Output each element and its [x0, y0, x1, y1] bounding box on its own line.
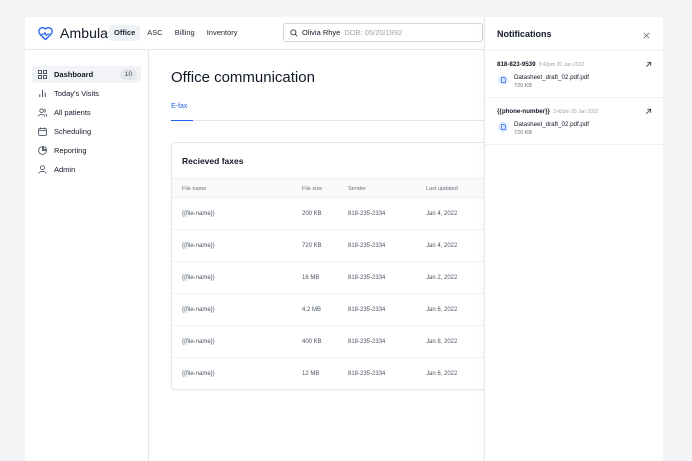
- sidebar-item-label: Today's Visits: [54, 89, 100, 98]
- cell-sender: 818-235-2334: [348, 307, 386, 313]
- cell-sender: 818-235-2334: [348, 211, 386, 217]
- patient-search-input[interactable]: Olivia Rhye DOB: 05/20/1992: [283, 23, 483, 42]
- sidebar-item-scheduling[interactable]: Scheduling: [32, 123, 141, 140]
- notification-sender-number: 818-823-9539: [497, 61, 536, 68]
- sidebar: Dashboard 10 Today's Visits All patients…: [25, 50, 149, 461]
- pie-chart-icon: [38, 146, 47, 155]
- bar-chart-icon: [39, 89, 46, 98]
- divider: [485, 50, 663, 51]
- cell-last-updated: Jan 6, 2022: [426, 371, 458, 377]
- cell-sender: 818-235-2334: [348, 339, 386, 345]
- nav-asc[interactable]: ASC: [142, 25, 167, 41]
- cell-file-name: {{file-name}}: [182, 371, 215, 377]
- notification-file-name[interactable]: Datasheet_draft_02.pdf.pdf: [514, 74, 589, 81]
- cell-file-size: 720 KB: [302, 243, 322, 249]
- search-patient-name: Olivia Rhye: [302, 28, 341, 37]
- cell-last-updated: Jan 4, 2022: [426, 243, 458, 249]
- cell-file-size: 400 KB: [302, 339, 322, 345]
- cell-last-updated: Jan 2, 2022: [426, 275, 458, 281]
- sidebar-item-label: Dashboard: [54, 70, 94, 79]
- app-name: Ambula: [60, 25, 109, 41]
- cell-sender: 818-235-2334: [348, 275, 386, 281]
- table-row[interactable]: {{file-name}} 16 MB 818-235-2334 Jan 2, …: [172, 262, 502, 294]
- file-icon: [498, 75, 508, 85]
- notification-item[interactable]: {{phone-number}} 3:42pm 20 Jan 2022 Datas…: [485, 99, 663, 145]
- cell-sender: 818-235-2334: [348, 371, 386, 377]
- notification-time: 3:42pm 20 Jan 2022: [538, 62, 585, 68]
- cell-file-size: 12 MB: [302, 371, 320, 377]
- close-icon: [643, 32, 650, 39]
- dashboard-count-badge: 10: [119, 69, 137, 80]
- table-header: File name File size Sender Last updated: [172, 178, 502, 198]
- nav-office[interactable]: Office: [109, 25, 141, 41]
- search-icon: [290, 28, 298, 37]
- table-row[interactable]: {{file-name}} 200 KB 818-235-2334 Jan 4,…: [172, 198, 502, 230]
- page-title: Office communication: [171, 69, 315, 86]
- sidebar-item-reporting[interactable]: Reporting: [32, 142, 141, 159]
- app-window: Ambula Office ASC Billing Inventory Oliv…: [25, 17, 663, 461]
- arrow-up-right-icon[interactable]: [645, 61, 652, 68]
- card-title: Recieved faxes: [182, 156, 244, 166]
- cell-file-name: {{file-name}}: [182, 275, 215, 281]
- cell-file-size: 200 KB: [302, 211, 322, 217]
- table-row[interactable]: {{file-name}} 400 KB 818-235-2334 Jan 8,…: [172, 326, 502, 358]
- search-patient-dob: DOB: 05/20/1992: [344, 28, 403, 37]
- column-header-sender[interactable]: Sender: [348, 186, 366, 192]
- cell-file-name: {{file-name}}: [182, 339, 215, 345]
- calendar-icon: [38, 127, 47, 136]
- top-nav: Office ASC Billing Inventory: [109, 25, 243, 41]
- cell-last-updated: Jan 8, 2022: [426, 339, 458, 345]
- heart-pulse-icon: [38, 26, 53, 40]
- arrow-up-right-icon[interactable]: [645, 108, 652, 115]
- cell-last-updated: Jan 4, 2022: [426, 211, 458, 217]
- sidebar-item-label: Scheduling: [54, 127, 92, 136]
- notification-sender-number: {{phone-number}}: [497, 108, 550, 115]
- sidebar-item-label: Admin: [54, 165, 76, 174]
- cell-file-name: {{file-name}}: [182, 243, 215, 249]
- notifications-panel: Notifications 818-823-9539 3:42pm 20 Jan …: [484, 17, 663, 461]
- grid-icon: [38, 70, 47, 79]
- notification-item[interactable]: 818-823-9539 3:42pm 20 Jan 2022 Datasheet…: [485, 52, 663, 98]
- sidebar-item-todays-visits[interactable]: Today's Visits: [32, 85, 141, 102]
- notification-time: 3:42pm 20 Jan 2022: [552, 109, 599, 115]
- column-header-file-name[interactable]: File name: [182, 186, 206, 192]
- tab-e-fax[interactable]: E-fax: [171, 103, 193, 121]
- nav-billing[interactable]: Billing: [170, 25, 200, 41]
- close-button[interactable]: [643, 26, 653, 39]
- column-header-file-size[interactable]: File size: [302, 186, 322, 192]
- sidebar-item-all-patients[interactable]: All patients: [32, 104, 141, 121]
- sidebar-item-admin[interactable]: Admin: [32, 161, 141, 178]
- notification-sender: 818-823-9539 3:42pm 20 Jan 2022: [497, 61, 584, 68]
- notification-file-size: 720 KB: [514, 83, 533, 89]
- column-header-last-updated[interactable]: Last updated: [426, 186, 458, 192]
- notification-file-name[interactable]: Datasheet_draft_02.pdf.pdf: [514, 121, 589, 128]
- notification-sender: {{phone-number}} 3:42pm 20 Jan 2022: [497, 108, 599, 115]
- cell-file-name: {{file-name}}: [182, 307, 215, 313]
- cell-last-updated: Jan 6, 2022: [426, 307, 458, 313]
- notification-file-size: 720 KB: [514, 130, 533, 136]
- sidebar-item-label: Reporting: [54, 146, 87, 155]
- sidebar-item-label: All patients: [54, 108, 91, 117]
- sidebar-item-dashboard[interactable]: Dashboard 10: [32, 66, 141, 83]
- users-icon: [38, 108, 47, 117]
- user-icon: [38, 165, 47, 174]
- cell-sender: 818-235-2334: [348, 243, 386, 249]
- table-row[interactable]: {{file-name}} 12 MB 818-235-2334 Jan 6, …: [172, 358, 502, 390]
- table-row[interactable]: {{file-name}} 4.2 MB 818-235-2334 Jan 6,…: [172, 294, 502, 326]
- table-row[interactable]: {{file-name}} 720 KB 818-235-2334 Jan 4,…: [172, 230, 502, 262]
- logo[interactable]: Ambula: [37, 25, 108, 41]
- cell-file-name: {{file-name}}: [182, 211, 215, 217]
- nav-inventory[interactable]: Inventory: [202, 25, 243, 41]
- received-faxes-card: Recieved faxes File name File size Sende…: [171, 142, 502, 390]
- notifications-title: Notifications: [497, 29, 552, 39]
- file-icon: [498, 122, 508, 132]
- cell-file-size: 4.2 MB: [302, 307, 322, 313]
- cell-file-size: 16 MB: [302, 275, 320, 281]
